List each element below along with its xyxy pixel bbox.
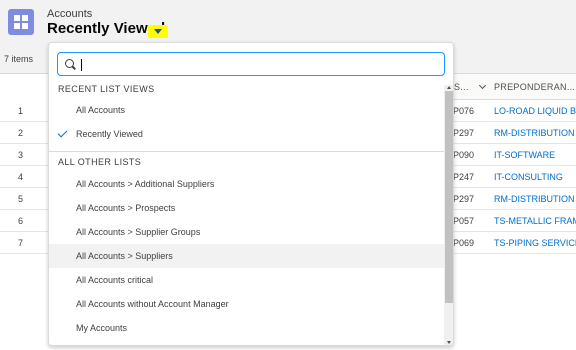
row-link[interactable]: TS-METALLIC FRAM... (494, 216, 576, 226)
option-without-account-manager[interactable]: All Accounts without Account Manager (49, 292, 445, 316)
row-number: 7 (18, 238, 24, 248)
option-label: All Accounts > Prospects (76, 203, 176, 213)
dropdown-scrollbar[interactable] (444, 85, 453, 345)
scroll-up-icon[interactable] (447, 86, 451, 89)
row-code: P057 (453, 216, 475, 226)
row-number: 5 (18, 194, 24, 204)
option-label: All Accounts > Additional Suppliers (76, 179, 215, 189)
row-link[interactable]: IT-CONSULTING (494, 172, 563, 182)
account-grid-icon (8, 9, 34, 35)
option-label: Recently Viewed (76, 129, 143, 139)
option-label: All Accounts > Supplier Groups (76, 227, 201, 237)
row-number: 1 (18, 106, 24, 116)
column-header-preponderant[interactable]: PREPONDERAN... (494, 82, 575, 92)
items-count: 7 items (4, 54, 34, 64)
row-link[interactable]: RM-DISTRIBUTION (494, 194, 575, 204)
scrollbar-thumb[interactable] (445, 91, 453, 303)
row-code: P297 (453, 194, 475, 204)
option-label: All Accounts (76, 105, 126, 115)
row-number: 2 (18, 128, 24, 138)
option-suppliers[interactable]: All Accounts > Suppliers (49, 244, 445, 268)
chevron-down-icon[interactable] (478, 81, 487, 90)
object-label: Accounts (47, 8, 93, 20)
section-header-other: ALL OTHER LISTS (58, 157, 142, 167)
table-header: S... PREPONDERAN... (454, 74, 576, 100)
row-code: P076 (453, 106, 475, 116)
option-my-accounts[interactable]: My Accounts (49, 316, 445, 340)
list-view-dropdown-button[interactable] (148, 25, 168, 38)
row-number: 4 (18, 172, 24, 182)
search-input[interactable] (80, 56, 430, 73)
option-label: All Accounts without Account Manager (76, 299, 229, 309)
row-number: 6 (18, 216, 24, 226)
column-header-s[interactable]: S... (454, 82, 469, 92)
option-recently-viewed[interactable]: Recently Viewed (49, 122, 445, 146)
option-all-accounts[interactable]: All Accounts (49, 98, 445, 122)
option-all-accounts-critical[interactable]: All Accounts critical (49, 268, 445, 292)
row-link[interactable]: TS-PIPING SERVICES (494, 238, 576, 248)
row-link[interactable]: RM-DISTRIBUTION (494, 128, 575, 138)
option-label: My Accounts (76, 323, 128, 333)
search-box[interactable] (57, 52, 445, 76)
row-code: P090 (453, 150, 475, 160)
section-divider (49, 151, 445, 152)
checkmark-icon (57, 127, 68, 138)
list-view-header: Accounts Recently Viewed (0, 0, 576, 44)
option-additional-suppliers[interactable]: All Accounts > Additional Suppliers (49, 172, 445, 196)
option-prospects[interactable]: All Accounts > Prospects (49, 196, 445, 220)
search-icon (65, 59, 74, 68)
row-link[interactable]: LO-ROAD LIQUID B... (494, 106, 576, 116)
scroll-down-icon[interactable] (447, 341, 451, 344)
option-label: All Accounts critical (76, 275, 154, 285)
section-header-recent: RECENT LIST VIEWS (58, 84, 155, 94)
list-view-dropdown: RECENT LIST VIEWS All Accounts Recently … (48, 42, 454, 346)
row-number: 3 (18, 150, 24, 160)
row-code: P297 (453, 128, 475, 138)
option-label: All Accounts > Suppliers (76, 251, 173, 261)
row-code: P247 (453, 172, 475, 182)
option-supplier-groups[interactable]: All Accounts > Supplier Groups (49, 220, 445, 244)
row-code: P069 (453, 238, 475, 248)
row-link[interactable]: IT-SOFTWARE (494, 150, 555, 160)
